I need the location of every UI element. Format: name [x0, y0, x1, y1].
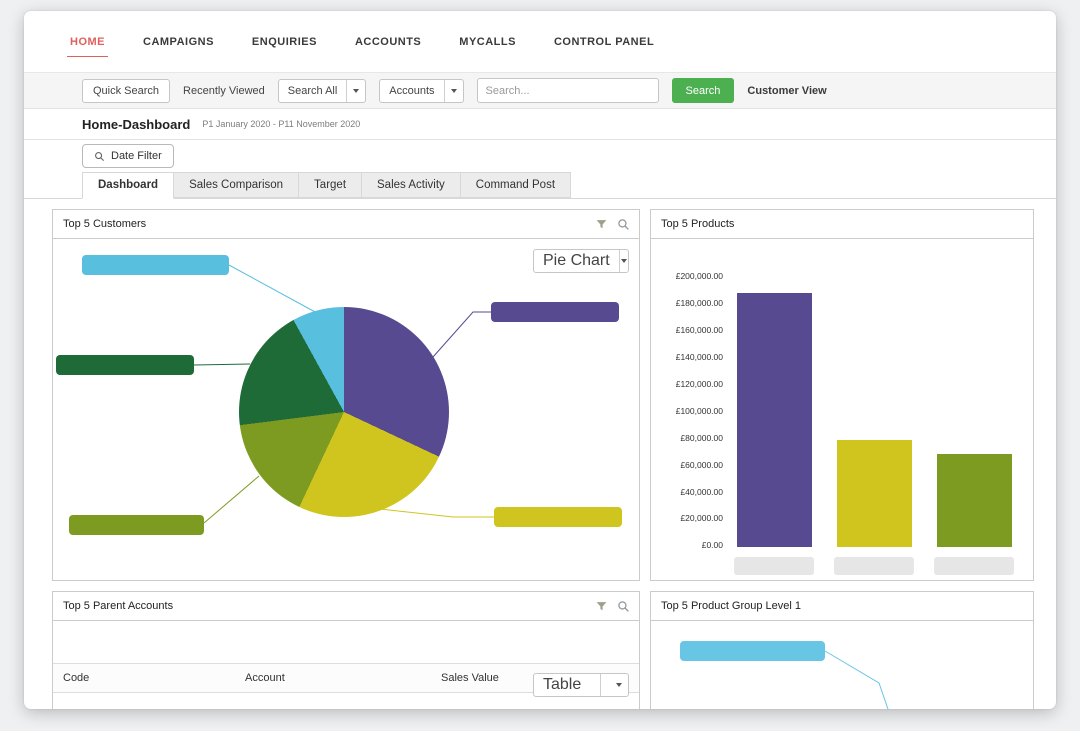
panel-top5-products: Top 5 Products £200,000.00 £180,000.00 £16… [650, 209, 1034, 581]
pie-chart-area [53, 239, 639, 579]
pie-callout-label [69, 515, 204, 535]
search-bar: Quick Search Recently Viewed Search All … [24, 73, 1056, 109]
tab-command-post[interactable]: Command Post [460, 172, 571, 198]
panel-top5-product-group: Top 5 Product Group Level 1 [650, 591, 1034, 709]
search-icon [94, 151, 105, 162]
nav-item-mycalls[interactable]: MYCALLS [459, 36, 516, 48]
bar[interactable] [737, 293, 812, 547]
nav-item-accounts[interactable]: ACCOUNTS [355, 36, 421, 48]
pie-callout-label [494, 507, 622, 527]
bar-chart: £200,000.00 £180,000.00 £160,000.00 £140,00… [651, 239, 1033, 575]
quick-search-button[interactable]: Quick Search [82, 79, 170, 103]
page-title: Home-Dashboard [82, 117, 190, 132]
yaxis-tick-label: £160,000.00 [661, 326, 723, 335]
pie-callout-label [56, 355, 194, 375]
yaxis-tick-label: £80,000.00 [661, 434, 723, 443]
nav-item-control-panel[interactable]: CONTROL PANEL [554, 36, 654, 48]
date-filter-row: Date Filter [24, 139, 1056, 172]
filter-icon[interactable] [595, 600, 608, 613]
bar-group [729, 277, 1014, 547]
date-filter-button[interactable]: Date Filter [82, 144, 174, 168]
zoom-icon[interactable] [617, 600, 630, 613]
nav-item-campaigns[interactable]: CAMPAIGNS [143, 36, 214, 48]
search-input[interactable] [477, 78, 659, 103]
bar-xlabel-redacted [834, 557, 914, 575]
nav-item-home[interactable]: HOME [70, 36, 105, 48]
pie-chart[interactable] [239, 307, 449, 517]
date-filter-label: Date Filter [111, 150, 162, 162]
table-type-dropdown[interactable]: Table [533, 673, 629, 697]
recently-viewed-link[interactable]: Recently Viewed [183, 85, 265, 97]
yaxis-tick-label: £60,000.00 [661, 461, 723, 470]
chart-type-value: Pie Chart [534, 252, 619, 270]
pie-callout-label [680, 641, 825, 661]
panel-title: Top 5 Product Group Level 1 [661, 600, 801, 612]
yaxis-tick-label: £120,000.00 [661, 380, 723, 389]
bar-chart-yaxis: £200,000.00 £180,000.00 £160,000.00 £140,00… [661, 272, 723, 550]
panel-title: Top 5 Parent Accounts [63, 600, 173, 612]
chevron-down-icon [610, 683, 628, 687]
dashboard-content: Top 5 Customers Pie Chart [24, 199, 1056, 709]
panel-title: Top 5 Products [661, 218, 734, 230]
product-group-connector [651, 621, 1033, 709]
yaxis-tick-label: £180,000.00 [661, 299, 723, 308]
bar-chart-xlabels [729, 557, 1014, 575]
panel-top5-parent-accounts: Top 5 Parent Accounts Table [52, 591, 640, 709]
customer-view-link[interactable]: Customer View [747, 85, 826, 97]
zoom-icon[interactable] [617, 218, 630, 231]
panel-header: Top 5 Products [651, 210, 1033, 239]
dashboard-tabs: DashboardSales ComparisonTargetSales Act… [24, 172, 1056, 199]
panel-header: Top 5 Parent Accounts [53, 592, 639, 621]
bar[interactable] [837, 440, 912, 547]
filter-icon[interactable] [595, 218, 608, 231]
bar[interactable] [937, 454, 1012, 547]
chevron-down-icon [347, 89, 365, 93]
yaxis-tick-label: £200,000.00 [661, 272, 723, 281]
pie-callout-label [491, 302, 619, 322]
module-dropdown[interactable]: Accounts [379, 79, 463, 103]
module-value: Accounts [380, 85, 443, 97]
chevron-down-icon [619, 259, 628, 263]
panel-header: Top 5 Product Group Level 1 [651, 592, 1033, 621]
panel-top5-customers: Top 5 Customers Pie Chart [52, 209, 640, 581]
nav-item-enquiries[interactable]: ENQUIRIES [252, 36, 317, 48]
bar-xlabel-redacted [734, 557, 814, 575]
tab-target[interactable]: Target [298, 172, 362, 198]
breadcrumb: Home-Dashboard P1 January 2020 - P11 Nov… [24, 109, 1056, 139]
panel-title: Top 5 Customers [63, 218, 146, 230]
yaxis-tick-label: £0.00 [661, 541, 723, 550]
pie-callout-label [82, 255, 229, 275]
column-header-account[interactable]: Account [235, 664, 431, 693]
yaxis-tick-label: £40,000.00 [661, 488, 723, 497]
tab-sales-activity[interactable]: Sales Activity [361, 172, 461, 198]
yaxis-tick-label: £140,000.00 [661, 353, 723, 362]
yaxis-tick-label: £100,000.00 [661, 407, 723, 416]
chart-type-dropdown[interactable]: Pie Chart [533, 249, 629, 273]
dropdown-divider [600, 674, 601, 696]
bar-xlabel-redacted [934, 557, 1014, 575]
search-button[interactable]: Search [672, 78, 735, 103]
search-scope-value: Search All [279, 85, 347, 97]
reporting-period: P1 January 2020 - P11 November 2020 [202, 119, 360, 129]
tab-sales-comparison[interactable]: Sales Comparison [173, 172, 299, 198]
app-window: HOME CAMPAIGNS ENQUIRIES ACCOUNTS MYCALLS CON… [24, 11, 1056, 709]
column-header-code[interactable]: Code [53, 664, 235, 693]
chevron-down-icon [445, 89, 463, 93]
search-scope-dropdown[interactable]: Search All [278, 79, 367, 103]
table-type-value: Table [534, 676, 590, 694]
main-nav: HOME CAMPAIGNS ENQUIRIES ACCOUNTS MYCALLS CON… [24, 11, 1056, 73]
yaxis-tick-label: £20,000.00 [661, 514, 723, 523]
panel-header: Top 5 Customers [53, 210, 639, 239]
tab-dashboard[interactable]: Dashboard [82, 172, 174, 199]
